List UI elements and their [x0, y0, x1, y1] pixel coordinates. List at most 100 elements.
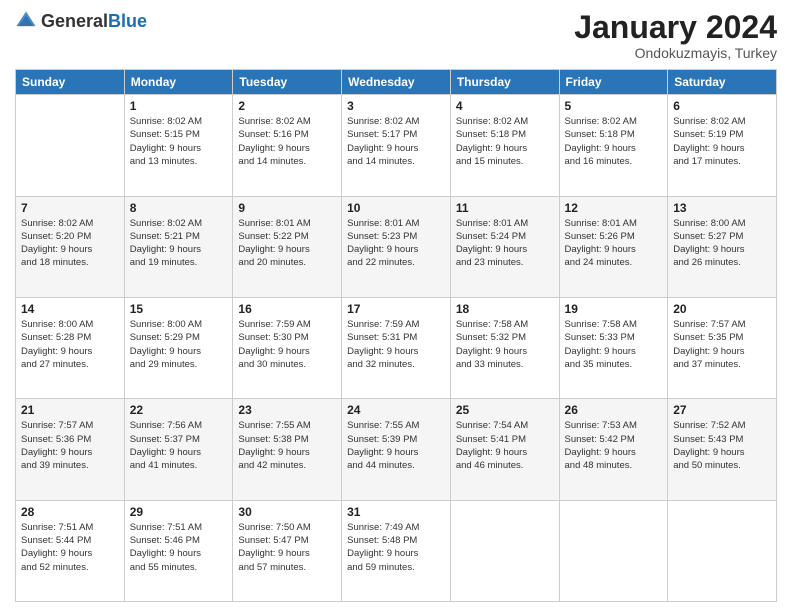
day-info: Sunrise: 8:02 AM Sunset: 5:20 PM Dayligh… — [21, 217, 119, 270]
day-info: Sunrise: 7:51 AM Sunset: 5:46 PM Dayligh… — [130, 521, 228, 574]
day-info: Sunrise: 7:49 AM Sunset: 5:48 PM Dayligh… — [347, 521, 445, 574]
day-number: 19 — [565, 302, 663, 316]
day-info: Sunrise: 7:57 AM Sunset: 5:35 PM Dayligh… — [673, 318, 771, 371]
table-row — [559, 500, 668, 601]
calendar-week-row: 21Sunrise: 7:57 AM Sunset: 5:36 PM Dayli… — [16, 399, 777, 500]
day-number: 3 — [347, 99, 445, 113]
table-row: 14Sunrise: 8:00 AM Sunset: 5:28 PM Dayli… — [16, 297, 125, 398]
table-row: 21Sunrise: 7:57 AM Sunset: 5:36 PM Dayli… — [16, 399, 125, 500]
day-number: 16 — [238, 302, 336, 316]
table-row: 12Sunrise: 8:01 AM Sunset: 5:26 PM Dayli… — [559, 196, 668, 297]
table-row: 20 Sunrise: 7:57 AM Sunset: 5:35 PM Dayli… — [668, 297, 777, 398]
table-row: 10 Sunrise: 8:01 AM Sunset: 5:23 PM Dayli… — [342, 196, 451, 297]
table-row: 27 Sunrise: 7:52 AM Sunset: 5:43 PM Dayli… — [668, 399, 777, 500]
col-monday: Monday — [124, 70, 233, 95]
day-info: Sunrise: 7:52 AM Sunset: 5:43 PM Dayligh… — [673, 419, 771, 472]
day-info: Sunrise: 8:02 AM Sunset: 5:18 PM Dayligh… — [565, 115, 663, 168]
day-info: Sunrise: 7:51 AM Sunset: 5:44 PM Dayligh… — [21, 521, 119, 574]
calendar-week-row: 1 Sunrise: 8:02 AM Sunset: 5:15 PM Daylig… — [16, 95, 777, 196]
calendar-week-row: 7 Sunrise: 8:02 AM Sunset: 5:20 PM Daylig… — [16, 196, 777, 297]
table-row: 29 Sunrise: 7:51 AM Sunset: 5:46 PM Dayli… — [124, 500, 233, 601]
day-number: 21 — [21, 403, 119, 417]
logo-blue: Blue — [108, 11, 147, 31]
day-number: 31 — [347, 505, 445, 519]
day-number: 5 — [565, 99, 663, 113]
day-number: 29 — [130, 505, 228, 519]
day-info: Sunrise: 7:58 AM Sunset: 5:33 PM Dayligh… — [565, 318, 663, 371]
table-row: 9Sunrise: 8:01 AM Sunset: 5:22 PM Daylig… — [233, 196, 342, 297]
calendar-week-row: 14Sunrise: 8:00 AM Sunset: 5:28 PM Dayli… — [16, 297, 777, 398]
day-info: Sunrise: 8:01 AM Sunset: 5:24 PM Dayligh… — [456, 217, 554, 270]
day-number: 1 — [130, 99, 228, 113]
table-row: 6 Sunrise: 8:02 AM Sunset: 5:19 PM Daylig… — [668, 95, 777, 196]
day-number: 27 — [673, 403, 771, 417]
table-row: 31 Sunrise: 7:49 AM Sunset: 5:48 PM Dayli… — [342, 500, 451, 601]
table-row: 8Sunrise: 8:02 AM Sunset: 5:21 PM Daylig… — [124, 196, 233, 297]
table-row: 17 Sunrise: 7:59 AM Sunset: 5:31 PM Dayli… — [342, 297, 451, 398]
logo-general: General — [41, 11, 108, 31]
day-number: 24 — [347, 403, 445, 417]
day-info: Sunrise: 8:02 AM Sunset: 5:19 PM Dayligh… — [673, 115, 771, 168]
table-row: 30 Sunrise: 7:50 AM Sunset: 5:47 PM Dayli… — [233, 500, 342, 601]
day-info: Sunrise: 7:58 AM Sunset: 5:32 PM Dayligh… — [456, 318, 554, 371]
table-row: 23 Sunrise: 7:55 AM Sunset: 5:38 PM Dayli… — [233, 399, 342, 500]
col-saturday: Saturday — [668, 70, 777, 95]
day-number: 15 — [130, 302, 228, 316]
table-row: 2Sunrise: 8:02 AM Sunset: 5:16 PM Daylig… — [233, 95, 342, 196]
day-info: Sunrise: 8:00 AM Sunset: 5:28 PM Dayligh… — [21, 318, 119, 371]
day-info: Sunrise: 8:02 AM Sunset: 5:15 PM Dayligh… — [130, 115, 228, 168]
table-row: 4 Sunrise: 8:02 AM Sunset: 5:18 PM Daylig… — [450, 95, 559, 196]
day-number: 9 — [238, 201, 336, 215]
table-row: 28 Sunrise: 7:51 AM Sunset: 5:44 PM Dayli… — [16, 500, 125, 601]
header: GeneralBlue January 2024 Ondokuzmayis, T… — [15, 10, 777, 61]
day-info: Sunrise: 7:59 AM Sunset: 5:30 PM Dayligh… — [238, 318, 336, 371]
page: GeneralBlue January 2024 Ondokuzmayis, T… — [0, 0, 792, 612]
day-number: 12 — [565, 201, 663, 215]
day-number: 13 — [673, 201, 771, 215]
day-info: Sunrise: 7:56 AM Sunset: 5:37 PM Dayligh… — [130, 419, 228, 472]
day-info: Sunrise: 7:55 AM Sunset: 5:39 PM Dayligh… — [347, 419, 445, 472]
table-row: 24 Sunrise: 7:55 AM Sunset: 5:39 PM Dayli… — [342, 399, 451, 500]
day-number: 30 — [238, 505, 336, 519]
table-row: 19 Sunrise: 7:58 AM Sunset: 5:33 PM Dayli… — [559, 297, 668, 398]
day-info: Sunrise: 7:55 AM Sunset: 5:38 PM Dayligh… — [238, 419, 336, 472]
table-row — [668, 500, 777, 601]
day-info: Sunrise: 8:01 AM Sunset: 5:23 PM Dayligh… — [347, 217, 445, 270]
table-row: 3Sunrise: 8:02 AM Sunset: 5:17 PM Daylig… — [342, 95, 451, 196]
location-title: Ondokuzmayis, Turkey — [574, 45, 777, 61]
day-number: 4 — [456, 99, 554, 113]
day-info: Sunrise: 8:02 AM Sunset: 5:21 PM Dayligh… — [130, 217, 228, 270]
table-row: 26Sunrise: 7:53 AM Sunset: 5:42 PM Dayli… — [559, 399, 668, 500]
table-row: 5 Sunrise: 8:02 AM Sunset: 5:18 PM Daylig… — [559, 95, 668, 196]
day-number: 10 — [347, 201, 445, 215]
day-number: 7 — [21, 201, 119, 215]
table-row: 7 Sunrise: 8:02 AM Sunset: 5:20 PM Daylig… — [16, 196, 125, 297]
col-thursday: Thursday — [450, 70, 559, 95]
day-number: 17 — [347, 302, 445, 316]
day-info: Sunrise: 8:02 AM Sunset: 5:18 PM Dayligh… — [456, 115, 554, 168]
month-title: January 2024 — [574, 10, 777, 45]
table-row: 1 Sunrise: 8:02 AM Sunset: 5:15 PM Daylig… — [124, 95, 233, 196]
col-tuesday: Tuesday — [233, 70, 342, 95]
logo-icon — [15, 10, 37, 32]
calendar-table: Sunday Monday Tuesday Wednesday Thursday… — [15, 69, 777, 602]
table-row — [450, 500, 559, 601]
table-row: 15Sunrise: 8:00 AM Sunset: 5:29 PM Dayli… — [124, 297, 233, 398]
table-row: 25Sunrise: 7:54 AM Sunset: 5:41 PM Dayli… — [450, 399, 559, 500]
day-number: 6 — [673, 99, 771, 113]
day-number: 18 — [456, 302, 554, 316]
table-row: 16 Sunrise: 7:59 AM Sunset: 5:30 PM Dayli… — [233, 297, 342, 398]
table-row: 22Sunrise: 7:56 AM Sunset: 5:37 PM Dayli… — [124, 399, 233, 500]
calendar-header-row: Sunday Monday Tuesday Wednesday Thursday… — [16, 70, 777, 95]
table-row — [16, 95, 125, 196]
day-number: 20 — [673, 302, 771, 316]
day-info: Sunrise: 7:59 AM Sunset: 5:31 PM Dayligh… — [347, 318, 445, 371]
day-info: Sunrise: 7:50 AM Sunset: 5:47 PM Dayligh… — [238, 521, 336, 574]
day-number: 28 — [21, 505, 119, 519]
day-number: 23 — [238, 403, 336, 417]
col-sunday: Sunday — [16, 70, 125, 95]
table-row: 18 Sunrise: 7:58 AM Sunset: 5:32 PM Dayli… — [450, 297, 559, 398]
col-wednesday: Wednesday — [342, 70, 451, 95]
table-row: 13Sunrise: 8:00 AM Sunset: 5:27 PM Dayli… — [668, 196, 777, 297]
title-block: January 2024 Ondokuzmayis, Turkey — [574, 10, 777, 61]
